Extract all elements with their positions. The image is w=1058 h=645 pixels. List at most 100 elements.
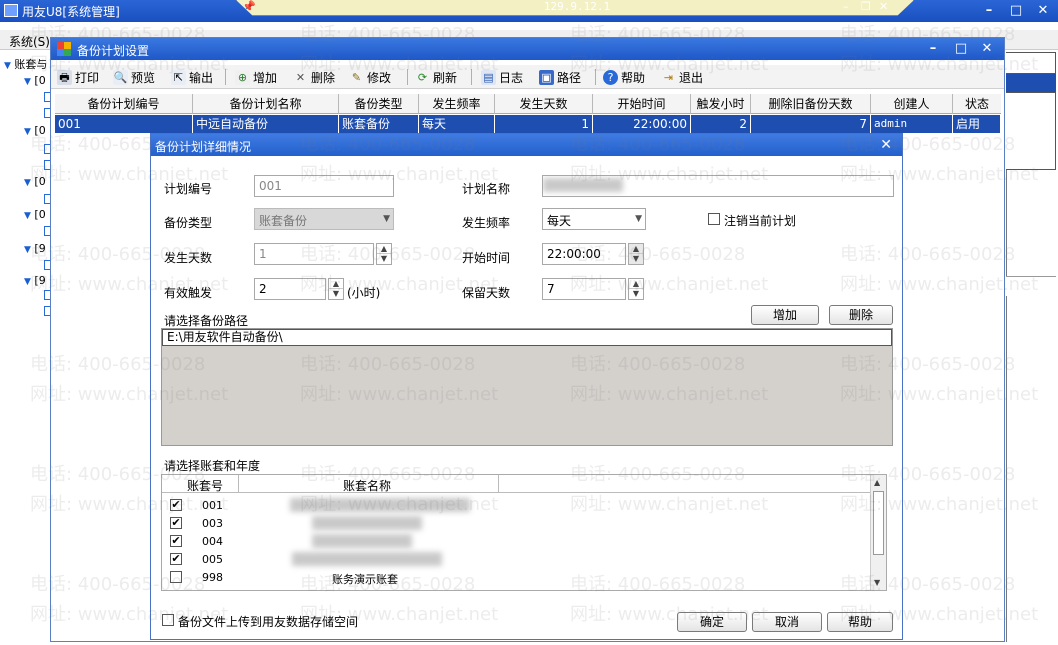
col-frequency[interactable]: 发生频率 <box>419 94 495 114</box>
log-button[interactable]: ▤ 日志 <box>481 68 523 86</box>
tree-node[interactable]: ▼ [0 <box>24 208 46 221</box>
tree-node[interactable]: ▼ [0 <box>24 124 46 137</box>
spin-down-icon[interactable]: ▼ <box>629 289 643 299</box>
edit-button[interactable]: ✎ 修改 <box>349 68 391 86</box>
menu-system[interactable]: 系统(S) <box>9 33 50 50</box>
account-checkbox[interactable]: ✔ <box>170 553 182 565</box>
add-button[interactable]: ⊕ 增加 <box>235 68 277 86</box>
days-spinner[interactable]: ▲ ▼ <box>376 243 392 265</box>
acct-col-no[interactable]: 账套号 <box>172 477 238 494</box>
help-button[interactable]: ? 帮助 <box>603 68 645 86</box>
acct-col-name[interactable]: 账套名称 <box>292 477 442 494</box>
col-plan-no[interactable]: 备份计划编号 <box>55 94 193 114</box>
edit-label: 修改 <box>367 70 392 85</box>
spin-up-icon[interactable]: ▲ <box>629 279 643 289</box>
upload-checkbox[interactable] <box>162 614 174 626</box>
tree-node[interactable]: ▼ [0 <box>24 74 46 87</box>
refresh-button[interactable]: ⟳ 刷新 <box>415 68 457 86</box>
path-list-item[interactable]: E:\用友软件自动备份\ <box>162 329 892 346</box>
tree-node[interactable]: ▼ [9 <box>24 274 46 287</box>
export-button[interactable]: ⇱ 输出 <box>171 68 213 86</box>
frequency-label: 发生频率 <box>462 216 511 230</box>
col-delete-old-days[interactable]: 删除旧备份天数 <box>751 94 871 114</box>
remote-restore-icon[interactable]: ❐ <box>861 0 871 13</box>
list-item[interactable]: ✔ 001 <box>162 497 862 514</box>
detail-titlebar: 备份计划详细情况 ✕ <box>151 134 902 156</box>
spin-down-icon[interactable]: ▼ <box>377 254 391 264</box>
col-start-time[interactable]: 开始时间 <box>593 94 691 114</box>
trigger-spinner[interactable]: ▲ ▼ <box>328 278 344 300</box>
account-checkbox[interactable] <box>170 571 182 583</box>
accounts-scrollbar[interactable]: ▲ ▼ <box>870 475 886 590</box>
spin-down-icon[interactable]: ▼ <box>629 254 643 264</box>
account-checkbox[interactable]: ✔ <box>170 499 182 511</box>
list-item[interactable]: ✔ 003 <box>162 515 862 532</box>
scroll-up-icon[interactable]: ▲ <box>874 478 880 487</box>
list-item[interactable]: ✔ 004 <box>162 533 862 550</box>
maximize-icon[interactable]: □ <box>951 41 971 56</box>
expand-arrow-icon[interactable]: ▼ <box>24 178 31 188</box>
right-panel-selected-row[interactable] <box>1006 74 1056 92</box>
expand-arrow-icon[interactable]: ▼ <box>4 61 11 71</box>
table-row[interactable]: 001 中远自动备份 账套备份 每天 1 22:00:00 2 7 admin … <box>55 115 1001 133</box>
days-field[interactable]: 1 <box>254 243 374 265</box>
plan-no-field[interactable]: 001 <box>254 175 394 197</box>
app-maximize-icon[interactable]: □ <box>1005 3 1027 18</box>
expand-arrow-icon[interactable]: ▼ <box>24 211 31 221</box>
expand-arrow-icon[interactable]: ▼ <box>24 277 31 287</box>
close-icon[interactable]: ✕ <box>880 137 892 153</box>
spin-up-icon[interactable]: ▲ <box>629 244 643 254</box>
add-path-button[interactable]: 增加 <box>751 305 819 325</box>
path-list[interactable]: E:\用友软件自动备份\ <box>161 328 893 446</box>
tree-root[interactable]: ▼ 账套与 <box>4 56 47 72</box>
account-checkbox[interactable]: ✔ <box>170 535 182 547</box>
expand-arrow-icon[interactable]: ▼ <box>24 245 31 255</box>
spin-up-icon[interactable]: ▲ <box>329 279 343 289</box>
spin-down-icon[interactable]: ▼ <box>329 289 343 299</box>
app-minimize-icon[interactable]: – <box>978 3 1000 18</box>
account-checkbox[interactable]: ✔ <box>170 517 182 529</box>
path-button[interactable]: ▣ 路径 <box>539 68 581 86</box>
col-days[interactable]: 发生天数 <box>495 94 593 114</box>
backup-type-select[interactable]: 账套备份 ▼ <box>254 208 394 230</box>
tree-node[interactable]: ▼ [0 <box>24 175 46 188</box>
app-close-icon[interactable]: ✕ <box>1032 3 1054 18</box>
scroll-thumb[interactable] <box>873 491 884 555</box>
expand-arrow-icon[interactable]: ▼ <box>24 127 31 137</box>
exit-button[interactable]: ⇥ 退出 <box>661 68 703 86</box>
col-plan-name[interactable]: 备份计划名称 <box>193 94 339 114</box>
pin-icon[interactable]: 📌 <box>242 0 256 13</box>
scroll-down-icon[interactable]: ▼ <box>874 578 880 587</box>
start-time-spinner[interactable]: ▲ ▼ <box>628 243 644 265</box>
ok-button[interactable]: 确定 <box>677 612 747 632</box>
delete-path-button[interactable]: 删除 <box>829 305 893 325</box>
cancel-button[interactable]: 取消 <box>752 612 822 632</box>
backup-type-value: 账套备份 <box>259 214 308 228</box>
remote-minimize-icon[interactable]: – <box>843 0 849 13</box>
remote-close-icon[interactable]: ✕ <box>879 0 888 13</box>
help-dialog-button[interactable]: 帮助 <box>827 612 893 632</box>
close-icon[interactable]: ✕ <box>977 41 997 56</box>
col-creator[interactable]: 创建人 <box>871 94 953 114</box>
minimize-icon[interactable]: – <box>923 41 943 56</box>
app-title: 用友U8[系统管理] <box>22 5 120 19</box>
expand-arrow-icon[interactable]: ▼ <box>24 77 31 87</box>
spin-up-icon[interactable]: ▲ <box>377 244 391 254</box>
col-status[interactable]: 状态 <box>953 94 1001 114</box>
start-time-field[interactable]: 22:00:00 <box>542 243 626 265</box>
trigger-field[interactable]: 2 <box>254 278 326 300</box>
retain-field[interactable]: 7 <box>542 278 626 300</box>
preview-button[interactable]: 🔍 预览 <box>113 68 155 86</box>
col-trigger-hours[interactable]: 触发小时 <box>691 94 751 114</box>
frequency-select[interactable]: 每天 ▼ <box>542 208 646 230</box>
col-backup-type[interactable]: 备份类型 <box>339 94 419 114</box>
list-item[interactable]: ✔ 005 <box>162 551 862 568</box>
tree-node[interactable]: ▼ [9 <box>24 242 46 255</box>
print-button[interactable]: 🖶 打印 <box>57 68 99 86</box>
retain-spinner[interactable]: ▲ ▼ <box>628 278 644 300</box>
delete-button[interactable]: ✕ 删除 <box>293 68 335 86</box>
plan-name-field[interactable] <box>542 175 894 197</box>
app-icon <box>4 4 18 17</box>
list-item[interactable]: 998 账务演示账套 <box>162 569 862 586</box>
cancel-plan-checkbox[interactable] <box>708 213 720 225</box>
